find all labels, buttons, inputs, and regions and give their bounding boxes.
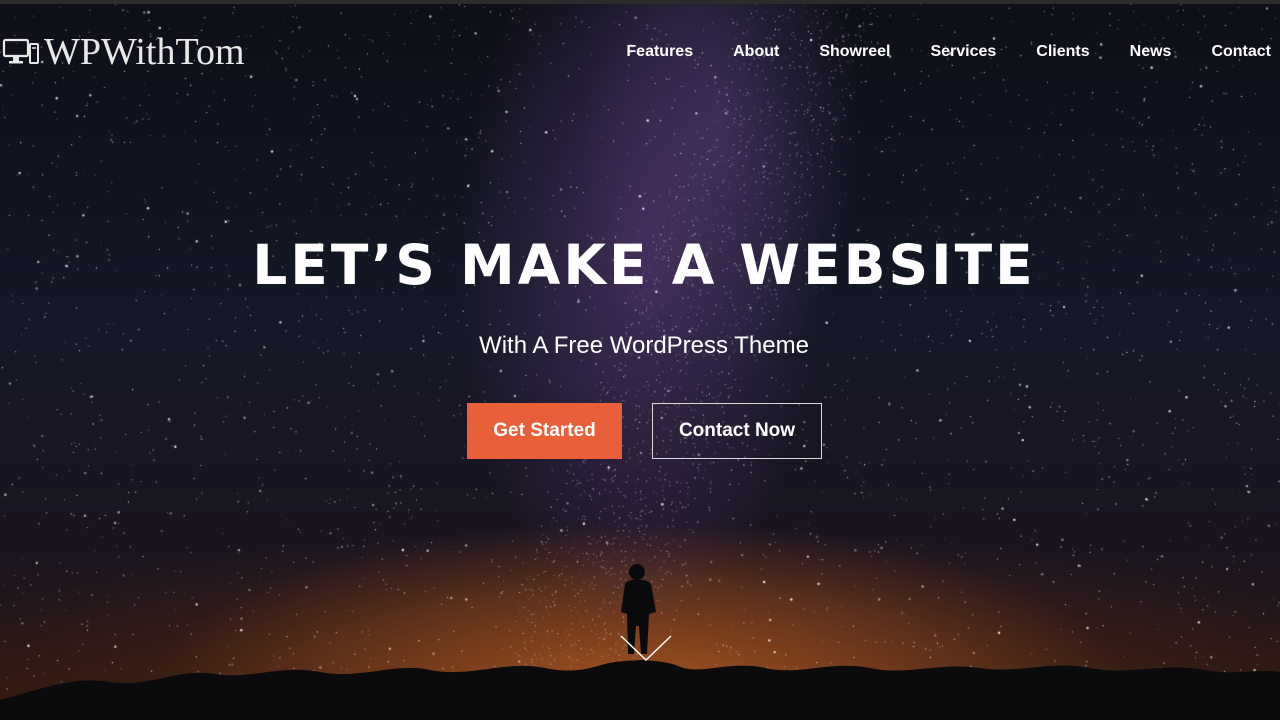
hero-headline: LET’S MAKE A WEBSITE xyxy=(252,233,1036,297)
nav-item-about[interactable]: About xyxy=(733,40,779,64)
top-border xyxy=(0,0,1280,4)
chevron-down-icon[interactable] xyxy=(619,634,673,664)
nav-item-contact[interactable]: Contact xyxy=(1211,40,1271,64)
nav-item-clients[interactable]: Clients xyxy=(1036,40,1089,64)
nav-item-features[interactable]: Features xyxy=(626,40,693,64)
contact-now-button[interactable]: Contact Now xyxy=(652,403,822,459)
site-title: WPWithTom xyxy=(44,31,245,73)
nav-item-news[interactable]: News xyxy=(1130,40,1172,64)
desktop-monitor-icon xyxy=(2,38,39,64)
hero-subheadline: With A Free WordPress Theme xyxy=(479,332,809,359)
get-started-button[interactable]: Get Started xyxy=(467,403,622,459)
nav-item-showreel[interactable]: Showreel xyxy=(819,40,890,64)
nav-item-services[interactable]: Services xyxy=(930,40,996,64)
main-navigation: Features About Showreel Services Clients… xyxy=(586,40,1271,64)
site-logo[interactable]: WPWithTom xyxy=(2,30,245,74)
